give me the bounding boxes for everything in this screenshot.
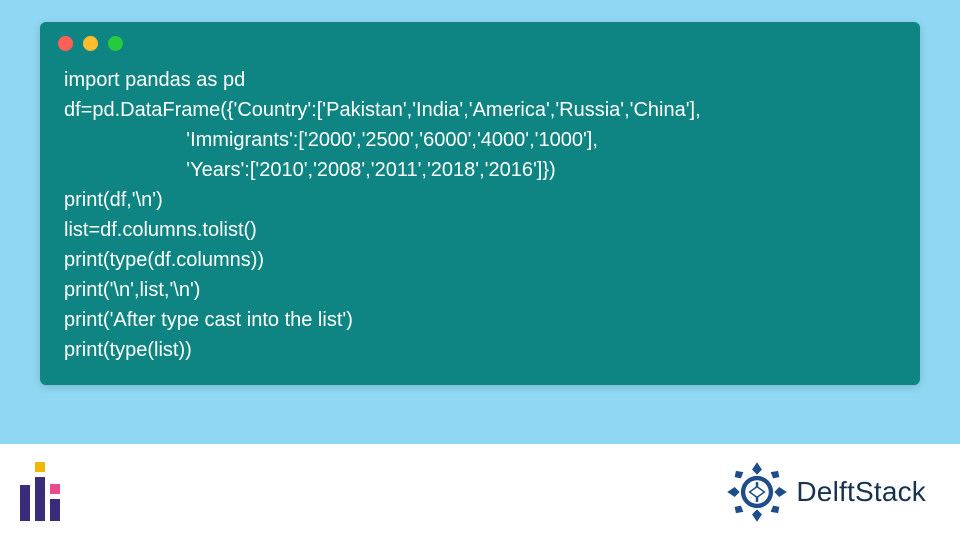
maximize-icon[interactable] <box>108 36 123 51</box>
code-window: import pandas as pd df=pd.DataFrame({'Co… <box>40 22 920 385</box>
minimize-icon[interactable] <box>83 36 98 51</box>
close-icon[interactable] <box>58 36 73 51</box>
window-titlebar <box>40 22 920 61</box>
bars-logo-icon <box>20 463 60 521</box>
brand-logo: DelftStack <box>726 461 926 523</box>
brand-name: DelftStack <box>796 476 926 508</box>
footer-bar: DelftStack <box>0 444 960 540</box>
code-block: import pandas as pd df=pd.DataFrame({'Co… <box>40 61 920 385</box>
brand-badge-icon <box>726 461 788 523</box>
